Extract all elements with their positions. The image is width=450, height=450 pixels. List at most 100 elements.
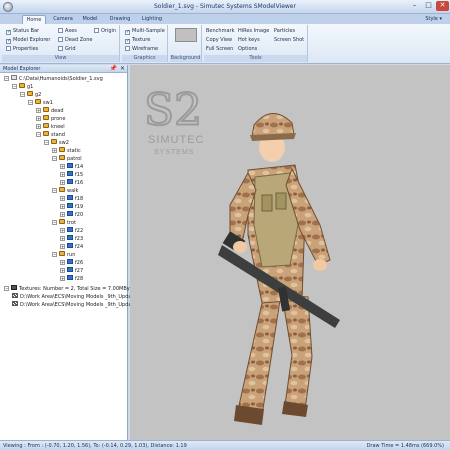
checkbox-unchecked-icon: [94, 28, 99, 33]
tree-node-g1[interactable]: − g1: [12, 83, 33, 90]
tree-node-f14[interactable]: + f14: [60, 163, 83, 170]
collapse-icon[interactable]: −: [4, 76, 9, 81]
tab-home[interactable]: Home: [22, 15, 46, 24]
tree-node-label: f15: [75, 172, 84, 178]
tree-node-label: dead: [51, 108, 64, 114]
style-menu[interactable]: Style ▾: [425, 16, 442, 22]
multi-sample-checkbox[interactable]: ✓ Multi-Sample: [125, 27, 165, 35]
expand-icon[interactable]: +: [60, 212, 65, 217]
properties-checkbox[interactable]: Properties: [6, 45, 38, 53]
model-explorer-header: Model Explorer 📌 ✕: [0, 65, 127, 73]
tree-node-stand[interactable]: − stand: [36, 131, 65, 138]
collapse-icon[interactable]: −: [4, 286, 9, 291]
background-group: Background: [170, 25, 202, 62]
expand-icon[interactable]: +: [60, 276, 65, 281]
tree-node-sw1[interactable]: − sw1: [28, 99, 53, 106]
expand-icon[interactable]: +: [60, 260, 65, 265]
grid-checkbox[interactable]: Grid: [58, 45, 76, 53]
tree-node-run[interactable]: − run: [52, 251, 75, 258]
tree-node-f22[interactable]: + f22: [60, 227, 83, 234]
tree-node-texture-file[interactable]: D:\Work Area\ECS\Moving Models _9th_Upda…: [12, 301, 136, 308]
tree-node-f24[interactable]: + f24: [60, 243, 83, 250]
particles-button[interactable]: Particles: [274, 27, 295, 35]
tree-node-sw2[interactable]: − sw2: [44, 139, 69, 146]
collapse-icon[interactable]: −: [52, 252, 57, 257]
group-node-icon: [59, 187, 65, 192]
screen-shot-button[interactable]: Screen Shot: [274, 36, 304, 44]
collapse-icon[interactable]: −: [20, 92, 25, 97]
hires-image-button[interactable]: HiRes Image: [238, 27, 269, 35]
collapse-icon[interactable]: −: [52, 188, 57, 193]
expand-icon[interactable]: +: [60, 244, 65, 249]
texture-file-icon: [12, 301, 18, 306]
tree-node-label: f22: [75, 228, 84, 234]
tree-node-static[interactable]: + static: [52, 147, 81, 154]
tree-node-textures[interactable]: − Textures: Number = 2, Total Size = 7.00…: [4, 285, 137, 292]
tab-lighting[interactable]: Lighting: [138, 15, 166, 24]
origin-checkbox[interactable]: Origin: [94, 27, 116, 35]
expand-icon[interactable]: +: [36, 108, 41, 113]
tree-node-texture-file[interactable]: D:\Work Area\ECS\Moving Models _9th_Upda…: [12, 293, 136, 300]
close-button[interactable]: ✕: [436, 1, 449, 11]
expand-icon[interactable]: +: [52, 148, 57, 153]
tree-node-f15[interactable]: + f15: [60, 171, 83, 178]
tree-node-patrol[interactable]: − patrol: [52, 155, 82, 162]
collapse-icon[interactable]: −: [12, 84, 17, 89]
tree-node-f16[interactable]: + f16: [60, 179, 83, 186]
collapse-icon[interactable]: −: [36, 132, 41, 137]
copy-view-button[interactable]: Copy View: [206, 36, 232, 44]
tab-camera[interactable]: Camera: [50, 15, 76, 24]
collapse-icon[interactable]: −: [52, 220, 57, 225]
tree-node-prone[interactable]: + prone: [36, 115, 65, 122]
tree-node-g2[interactable]: − g2: [20, 91, 41, 98]
tree-node-f18[interactable]: + f18: [60, 195, 83, 202]
expand-icon[interactable]: +: [60, 172, 65, 177]
texture-checkbox[interactable]: ✓ Texture: [125, 36, 150, 44]
tree-node-trot[interactable]: − trot: [52, 219, 76, 226]
collapse-icon[interactable]: −: [28, 100, 33, 105]
frame-icon: [67, 211, 73, 216]
expand-icon[interactable]: +: [60, 236, 65, 241]
3d-viewport[interactable]: S2 SIMUTEC SYSTEMS: [130, 65, 450, 440]
hot-keys-button[interactable]: Hot keys: [238, 36, 260, 44]
expand-icon[interactable]: +: [60, 228, 65, 233]
expand-icon[interactable]: +: [36, 124, 41, 129]
axes-checkbox[interactable]: Axes: [58, 27, 77, 35]
expand-icon[interactable]: +: [60, 164, 65, 169]
tree-node-label: f20: [75, 212, 84, 218]
tree-node-f20[interactable]: + f20: [60, 211, 83, 218]
expand-icon[interactable]: +: [60, 196, 65, 201]
expand-icon[interactable]: +: [36, 116, 41, 121]
pin-icon[interactable]: 📌: [110, 65, 117, 72]
tree-node-f26[interactable]: + f26: [60, 259, 83, 266]
tree-node-root[interactable]: − C:\Data\Humanoids\Soldier_1.svg: [4, 75, 103, 82]
background-color-button[interactable]: [175, 28, 197, 42]
expand-icon[interactable]: +: [60, 268, 65, 273]
tree-node-f19[interactable]: + f19: [60, 203, 83, 210]
options-button[interactable]: Options: [238, 45, 257, 53]
minimize-button[interactable]: –: [408, 1, 421, 11]
logo-name: SIMUTEC: [148, 134, 205, 146]
tree-node-f23[interactable]: + f23: [60, 235, 83, 242]
wireframe-checkbox[interactable]: Wireframe: [125, 45, 158, 53]
tree-node-kneel[interactable]: + kneel: [36, 123, 65, 130]
tree-node-walk[interactable]: − walk: [52, 187, 78, 194]
full-screen-button[interactable]: Full Screen: [206, 45, 233, 53]
model-explorer-checkbox[interactable]: ✓ Model Explorer: [6, 36, 50, 44]
dead-zone-checkbox[interactable]: Dead Zone: [58, 36, 92, 44]
status-bar-checkbox[interactable]: ✓ Status Bar: [6, 27, 39, 35]
expand-icon[interactable]: +: [60, 180, 65, 185]
tree-node-f27[interactable]: + f27: [60, 267, 83, 274]
maximize-button[interactable]: □: [422, 1, 435, 11]
close-panel-icon[interactable]: ✕: [120, 65, 125, 72]
benchmark-button[interactable]: Benchmark: [206, 27, 234, 35]
expand-icon[interactable]: +: [60, 204, 65, 209]
tree-node-f28[interactable]: + f28: [60, 275, 83, 282]
checkbox-checked-icon: ✓: [125, 38, 131, 44]
collapse-icon[interactable]: −: [44, 140, 49, 145]
tree-node-dead[interactable]: + dead: [36, 107, 64, 114]
tab-model[interactable]: Model: [78, 15, 102, 24]
tab-drawing[interactable]: Drawing: [106, 15, 134, 24]
checkbox-unchecked-icon: [6, 46, 11, 51]
collapse-icon[interactable]: −: [52, 156, 57, 161]
